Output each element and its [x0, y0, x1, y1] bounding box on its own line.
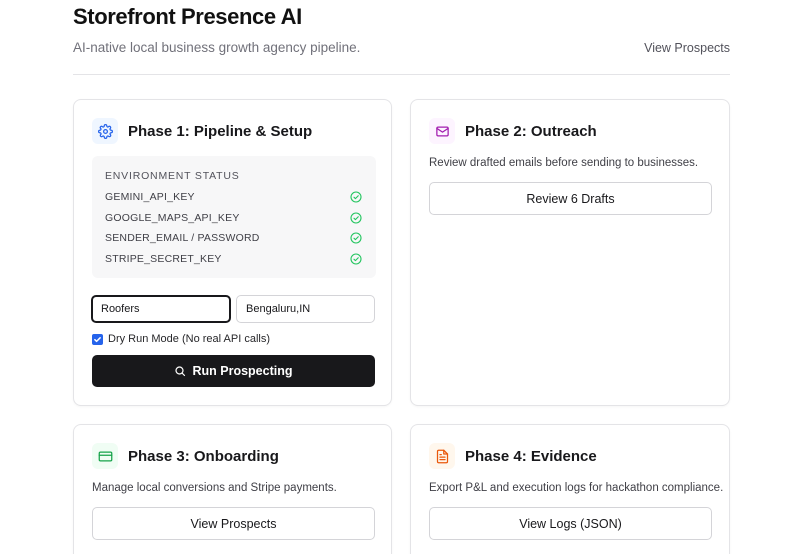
phase3-title: Phase 3: Onboarding	[128, 447, 279, 465]
run-prospecting-label: Run Prospecting	[192, 364, 293, 378]
env-key-label: GEMINI_API_KEY	[105, 191, 195, 203]
phase3-description: Manage local conversions and Stripe paym…	[92, 482, 337, 494]
view-prospects-button[interactable]: View Prospects	[92, 507, 375, 540]
phase4-description: Export P&L and execution logs for hackat…	[429, 482, 724, 494]
dry-run-toggle[interactable]: Dry Run Mode (No real API calls)	[92, 333, 270, 345]
phase1-card: Phase 1: Pipeline & Setup ENVIRONMENT ST…	[73, 99, 392, 406]
env-row: SENDER_EMAIL / PASSWORD	[105, 230, 362, 246]
search-icon	[175, 366, 186, 377]
env-row: GOOGLE_MAPS_API_KEY	[105, 210, 362, 226]
dry-run-checkbox[interactable]	[92, 333, 103, 345]
credit-card-icon	[92, 443, 118, 469]
check-circle-icon	[350, 191, 362, 203]
location-input[interactable]	[236, 295, 375, 323]
check-circle-icon	[350, 212, 362, 224]
env-key-label: SENDER_EMAIL / PASSWORD	[105, 232, 260, 244]
view-prospects-link[interactable]: View Prospects	[644, 41, 730, 55]
gear-icon	[92, 118, 118, 144]
env-key-label: GOOGLE_MAPS_API_KEY	[105, 212, 240, 224]
check-circle-icon	[350, 232, 362, 244]
phase3-card: Phase 3: Onboarding Manage local convers…	[73, 424, 392, 554]
dry-run-label: Dry Run Mode (No real API calls)	[108, 333, 270, 345]
environment-status-panel: ENVIRONMENT STATUS GEMINI_API_KEY GOOGLE…	[92, 156, 376, 278]
environment-status-heading: ENVIRONMENT STATUS	[105, 170, 240, 182]
phase2-title: Phase 2: Outreach	[465, 122, 597, 140]
view-logs-button[interactable]: View Logs (JSON)	[429, 507, 712, 540]
phase3-header: Phase 3: Onboarding	[92, 443, 279, 469]
file-text-icon	[429, 443, 455, 469]
env-row: STRIPE_SECRET_KEY	[105, 251, 362, 267]
run-prospecting-button[interactable]: Run Prospecting	[92, 355, 375, 387]
phase1-title: Phase 1: Pipeline & Setup	[128, 122, 313, 140]
phase4-title: Phase 4: Evidence	[465, 447, 597, 465]
phase4-card: Phase 4: Evidence Export P&L and executi…	[410, 424, 730, 554]
env-key-label: STRIPE_SECRET_KEY	[105, 253, 222, 265]
phase2-header: Phase 2: Outreach	[429, 118, 597, 144]
check-circle-icon	[350, 253, 362, 265]
business-category-input[interactable]	[91, 295, 231, 323]
page-subtitle: AI-native local business growth agency p…	[73, 40, 361, 55]
phase1-header: Phase 1: Pipeline & Setup	[92, 118, 312, 144]
page-title: Storefront Presence AI	[73, 4, 302, 29]
header-divider	[73, 74, 730, 75]
review-drafts-button[interactable]: Review 6 Drafts	[429, 182, 712, 215]
mail-icon	[429, 118, 455, 144]
phase2-description: Review drafted emails before sending to …	[429, 157, 699, 169]
env-row: GEMINI_API_KEY	[105, 189, 362, 205]
phase2-card: Phase 2: Outreach Review drafted emails …	[410, 99, 730, 406]
phase4-header: Phase 4: Evidence	[429, 443, 597, 469]
